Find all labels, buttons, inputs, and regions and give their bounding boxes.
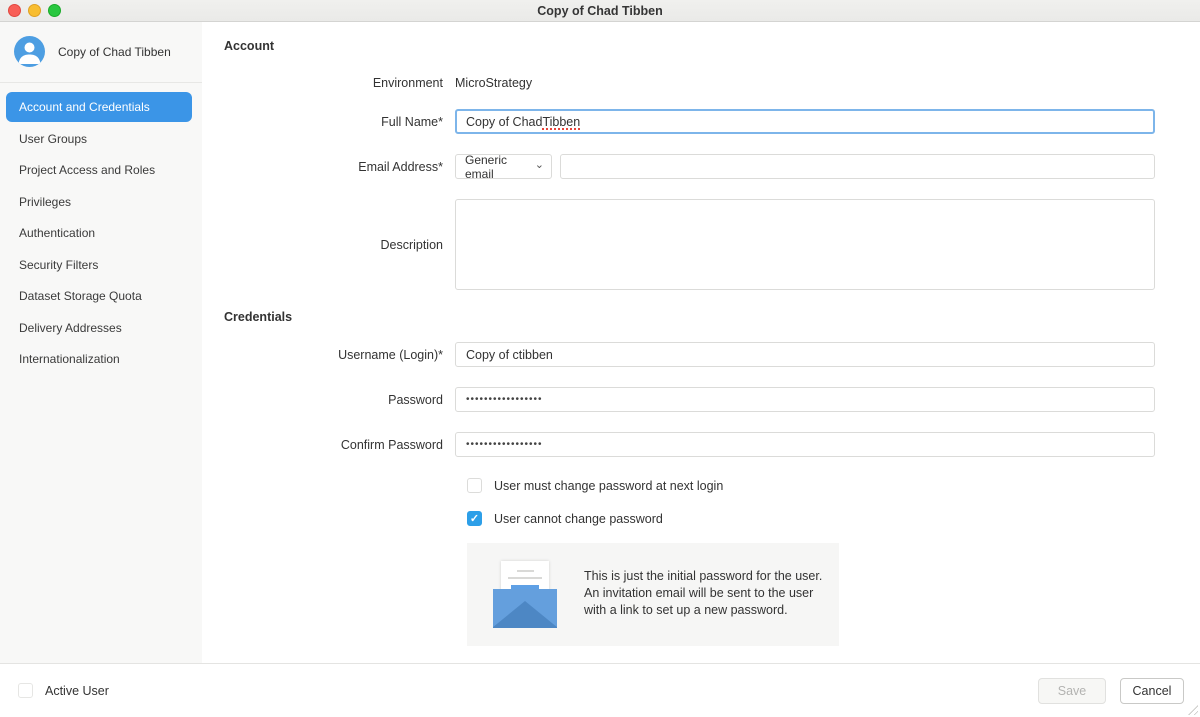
chevron-down-icon: ⌄	[535, 160, 544, 171]
account-section-title: Account	[224, 39, 1200, 53]
footer-bar: Active User Save Cancel	[0, 663, 1200, 717]
confirm-password-row: Confirm Password	[224, 432, 1200, 457]
must-change-password-label: User must change password at next login	[494, 479, 723, 493]
cannot-change-password-label: User cannot change password	[494, 512, 663, 526]
active-user-label: Active User	[45, 684, 109, 698]
username-row: Username (Login)*	[224, 342, 1200, 367]
password-label: Password	[224, 393, 455, 407]
username-input[interactable]	[455, 342, 1155, 367]
environment-row: Environment MicroStrategy	[224, 71, 1200, 95]
sidebar-item-authentication[interactable]: Authentication	[6, 218, 192, 248]
zoom-window-button[interactable]	[48, 4, 61, 17]
user-avatar-icon	[14, 36, 45, 67]
password-info-text: This is just the initial password for th…	[584, 568, 834, 619]
cannot-change-password-checkbox[interactable]	[467, 511, 482, 526]
confirm-password-input[interactable]	[455, 432, 1155, 457]
environment-value: MicroStrategy	[455, 76, 532, 90]
invitation-email-icon	[493, 560, 557, 628]
credentials-section-title: Credentials	[224, 310, 1200, 324]
window-resize-grip[interactable]	[1188, 705, 1198, 715]
sidebar-item-internationalization[interactable]: Internationalization	[6, 344, 192, 374]
window-title: Copy of Chad Tibben	[537, 4, 662, 18]
full-name-row: Full Name* Copy of Chad Tibben	[224, 109, 1200, 134]
close-window-button[interactable]	[8, 4, 21, 17]
sidebar-nav: Account and CredentialsUser GroupsProjec…	[0, 83, 202, 376]
sidebar-item-account-and-credentials[interactable]: Account and Credentials	[6, 92, 192, 122]
sidebar-item-dataset-storage-quota[interactable]: Dataset Storage Quota	[6, 281, 192, 311]
sidebar-item-security-filters[interactable]: Security Filters	[6, 250, 192, 280]
email-type-select[interactable]: Generic email ⌄	[455, 154, 552, 179]
sidebar-user-header: Copy of Chad Tibben	[0, 22, 202, 83]
sidebar-item-user-groups[interactable]: User Groups	[6, 124, 192, 154]
must-change-password-checkbox[interactable]	[467, 478, 482, 493]
minimize-window-button[interactable]	[28, 4, 41, 17]
save-button[interactable]: Save	[1038, 678, 1106, 704]
full-name-input[interactable]: Copy of Chad Tibben	[455, 109, 1155, 134]
cannot-change-password-row: User cannot change password	[467, 511, 1200, 526]
misspelled-word: Tibben	[542, 115, 580, 129]
password-row: Password	[224, 387, 1200, 412]
password-info-box: This is just the initial password for th…	[467, 543, 839, 646]
main-area: Copy of Chad Tibben Account and Credenti…	[0, 22, 1200, 663]
email-label: Email Address*	[224, 160, 455, 174]
description-row: Description	[224, 199, 1200, 290]
email-type-selected: Generic email	[465, 153, 535, 181]
user-editor-window: Copy of Chad Tibben Copy of Chad Tibben …	[0, 0, 1200, 717]
form-content: Account Environment MicroStrategy Full N…	[202, 22, 1200, 663]
email-row: Email Address* Generic email ⌄	[224, 154, 1200, 179]
sidebar-item-delivery-addresses[interactable]: Delivery Addresses	[6, 313, 192, 343]
sidebar: Copy of Chad Tibben Account and Credenti…	[0, 22, 202, 663]
environment-label: Environment	[224, 76, 455, 90]
title-bar: Copy of Chad Tibben	[0, 0, 1200, 22]
username-label: Username (Login)*	[224, 348, 455, 362]
description-textarea[interactable]	[455, 199, 1155, 290]
sidebar-user-name: Copy of Chad Tibben	[58, 45, 171, 59]
cancel-button[interactable]: Cancel	[1120, 678, 1184, 704]
password-input[interactable]	[455, 387, 1155, 412]
full-name-label: Full Name*	[224, 115, 455, 129]
must-change-password-row: User must change password at next login	[467, 478, 1200, 493]
description-label: Description	[224, 199, 455, 290]
traffic-lights	[8, 4, 61, 17]
sidebar-item-project-access-and-roles[interactable]: Project Access and Roles	[6, 155, 192, 185]
active-user-checkbox[interactable]	[18, 683, 33, 698]
email-input[interactable]	[560, 154, 1155, 179]
sidebar-item-privileges[interactable]: Privileges	[6, 187, 192, 217]
confirm-password-label: Confirm Password	[224, 438, 455, 452]
